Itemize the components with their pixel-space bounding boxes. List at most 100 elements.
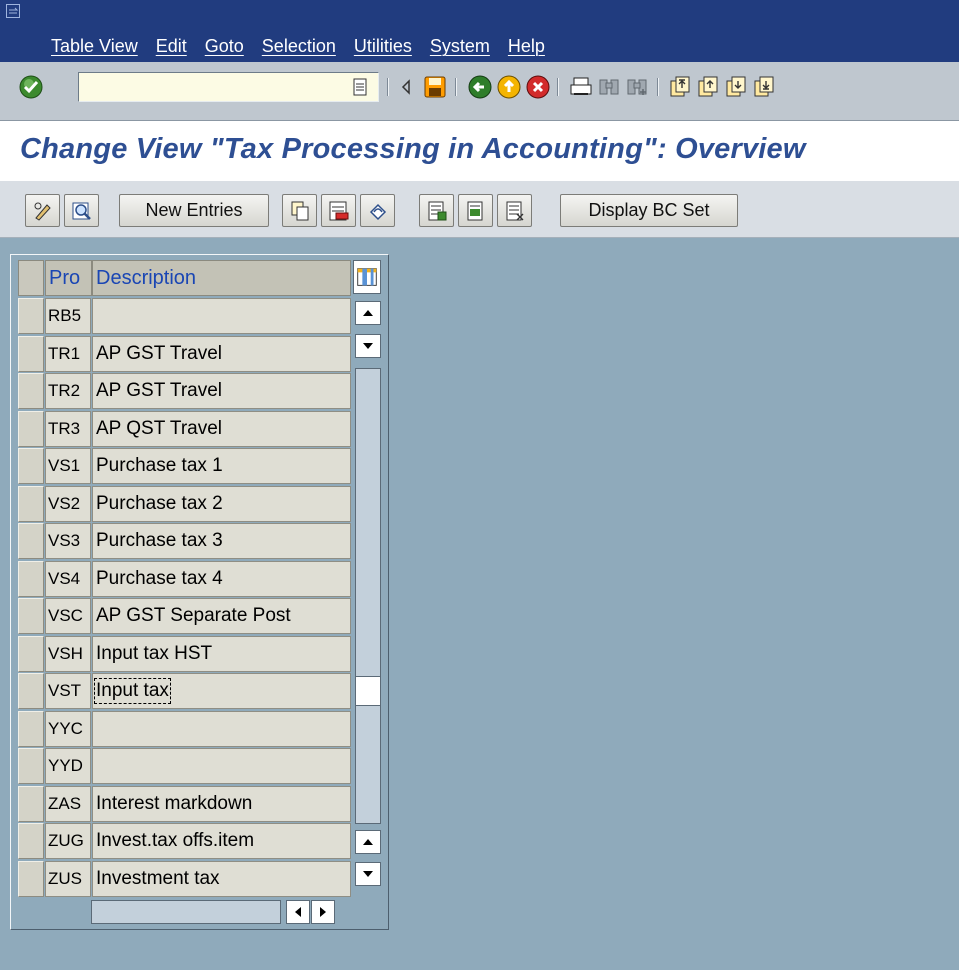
row-selector[interactable]: [18, 373, 44, 409]
table-row: VS1 Purchase tax 1: [18, 448, 351, 485]
scroll-up-button[interactable]: [355, 301, 381, 325]
procedure-cell[interactable]: VST: [45, 673, 91, 709]
procedure-cell[interactable]: VS1: [45, 448, 91, 484]
description-cell[interactable]: Purchase tax 2: [92, 485, 351, 522]
procedure-cell[interactable]: TR1: [45, 335, 91, 372]
page-up-button[interactable]: [355, 830, 381, 854]
back-navigate-icon[interactable]: [467, 74, 493, 100]
description-cell[interactable]: Invest.tax offs.item: [92, 823, 351, 859]
procedure-cell[interactable]: RB5: [45, 298, 91, 334]
procedure-cell[interactable]: VS4: [45, 560, 91, 597]
previous-page-icon[interactable]: [695, 74, 721, 100]
description-cell[interactable]: [92, 298, 351, 334]
copy-as-button[interactable]: [282, 194, 317, 227]
print-icon[interactable]: [568, 74, 594, 100]
back-icon[interactable]: [398, 74, 414, 100]
procedure-cell[interactable]: VSH: [45, 635, 91, 672]
undo-change-button[interactable]: [360, 194, 395, 227]
procedure-cell[interactable]: ZUS: [45, 860, 91, 897]
page-down-button[interactable]: [355, 862, 381, 886]
procedure-cell[interactable]: TR2: [45, 373, 91, 409]
cancel-icon[interactable]: [525, 74, 551, 100]
menu-system[interactable]: System: [430, 36, 490, 57]
row-selector[interactable]: [18, 560, 44, 597]
dropdown-icon[interactable]: [352, 78, 368, 96]
details-button[interactable]: [64, 194, 99, 227]
column-header-description[interactable]: Description: [92, 260, 351, 296]
display-bc-set-button[interactable]: Display BC Set: [560, 194, 738, 227]
save-icon[interactable]: [422, 74, 448, 100]
select-all-button[interactable]: [419, 194, 454, 227]
row-selector[interactable]: [18, 335, 44, 372]
vertical-scroll-thumb[interactable]: [355, 676, 381, 706]
row-selector[interactable]: [18, 298, 44, 334]
description-cell[interactable]: AP GST Travel: [92, 373, 351, 409]
next-page-icon[interactable]: [723, 74, 749, 100]
table-row: VST Input tax: [18, 673, 351, 710]
procedure-cell[interactable]: ZAS: [45, 785, 91, 822]
description-cell[interactable]: Input tax HST: [92, 635, 351, 672]
select-block-button[interactable]: [458, 194, 493, 227]
vertical-scroll-track[interactable]: [355, 368, 381, 824]
description-cell[interactable]: [92, 710, 351, 747]
command-field[interactable]: [78, 72, 379, 102]
table-row: VS4 Purchase tax 4: [18, 560, 351, 598]
deselect-all-button[interactable]: [497, 194, 532, 227]
horizontal-scroll-track[interactable]: [91, 900, 281, 924]
menu-help[interactable]: Help: [508, 36, 545, 57]
row-selector[interactable]: [18, 598, 44, 634]
row-selector[interactable]: [18, 823, 44, 859]
new-entries-button[interactable]: New Entries: [119, 194, 269, 227]
menu-goto[interactable]: Goto: [205, 36, 244, 57]
row-selector[interactable]: [18, 485, 44, 522]
display-change-button[interactable]: [25, 194, 60, 227]
delete-button[interactable]: [321, 194, 356, 227]
procedure-cell[interactable]: TR3: [45, 410, 91, 447]
scroll-right-button[interactable]: [311, 900, 335, 924]
last-page-icon[interactable]: [751, 74, 777, 100]
description-cell[interactable]: AP QST Travel: [92, 410, 351, 447]
row-selector[interactable]: [18, 523, 44, 559]
table-row: VS3 Purchase tax 3: [18, 523, 351, 560]
row-selector[interactable]: [18, 673, 44, 709]
description-cell[interactable]: [92, 748, 351, 784]
row-selector[interactable]: [18, 710, 44, 747]
row-selector[interactable]: [18, 748, 44, 784]
description-cell[interactable]: Investment tax: [92, 860, 351, 897]
enter-icon[interactable]: [18, 74, 44, 100]
menu-edit[interactable]: Edit: [156, 36, 187, 57]
scroll-down-button[interactable]: [355, 334, 381, 358]
menu-utilities[interactable]: Utilities: [354, 36, 412, 57]
scroll-left-button[interactable]: [286, 900, 310, 924]
menu-selection[interactable]: Selection: [262, 36, 336, 57]
menu-table-view[interactable]: Table View: [51, 36, 138, 57]
description-cell[interactable]: Interest markdown: [92, 785, 351, 822]
procedure-cell[interactable]: VS3: [45, 523, 91, 559]
row-selector[interactable]: [18, 785, 44, 822]
first-page-icon[interactable]: [667, 74, 693, 100]
menu-items: Table View Edit Goto Selection Utilities…: [51, 36, 563, 57]
row-selector[interactable]: [18, 448, 44, 484]
exit-icon[interactable]: [496, 74, 522, 100]
description-cell[interactable]: AP GST Travel: [92, 335, 351, 372]
system-menu-icon[interactable]: [6, 4, 20, 18]
procedure-cell[interactable]: YYC: [45, 710, 91, 747]
description-cell[interactable]: Input tax: [92, 673, 351, 709]
arrow-up-icon: [363, 839, 373, 845]
procedure-cell[interactable]: ZUG: [45, 823, 91, 859]
procedure-cell[interactable]: VS2: [45, 485, 91, 522]
column-header-procedure[interactable]: Pro: [45, 260, 92, 296]
procedure-cell[interactable]: VSC: [45, 598, 91, 634]
find-icon[interactable]: [596, 74, 622, 100]
row-selector[interactable]: [18, 410, 44, 447]
find-next-icon[interactable]: [624, 74, 650, 100]
description-cell[interactable]: AP GST Separate Post: [92, 598, 351, 634]
table-settings-icon[interactable]: [353, 260, 381, 294]
row-selector[interactable]: [18, 860, 44, 897]
procedure-cell[interactable]: YYD: [45, 748, 91, 784]
select-all-rows-button[interactable]: [18, 260, 44, 296]
description-cell[interactable]: Purchase tax 4: [92, 560, 351, 597]
description-cell[interactable]: Purchase tax 3: [92, 523, 351, 559]
row-selector[interactable]: [18, 635, 44, 672]
description-cell[interactable]: Purchase tax 1: [92, 448, 351, 484]
